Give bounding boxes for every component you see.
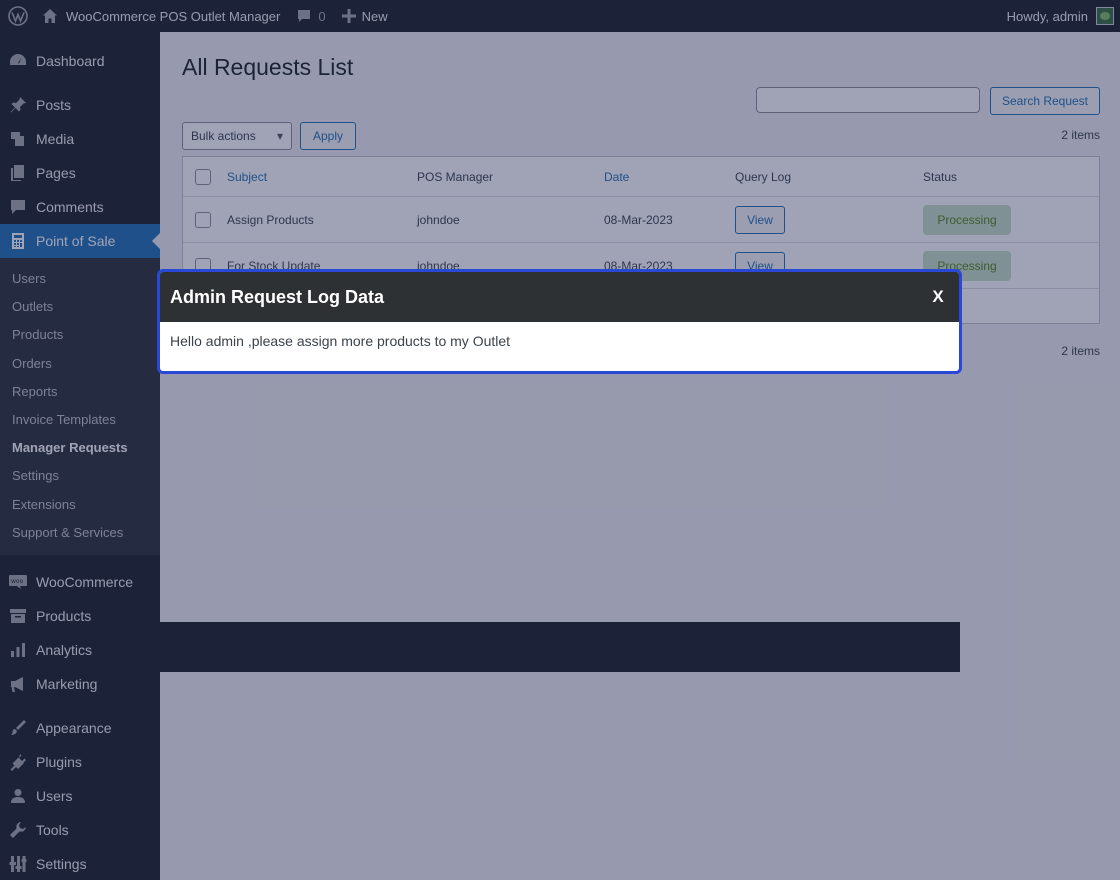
modal-overlay[interactable]	[0, 0, 1120, 880]
modal-message: Hello admin ,please assign more products…	[170, 333, 511, 349]
modal-title: Admin Request Log Data	[170, 286, 385, 307]
close-button[interactable]: X	[927, 287, 949, 307]
request-log-modal: Admin Request Log Data X Hello admin ,pl…	[157, 269, 962, 374]
modal-header: Admin Request Log Data X	[160, 272, 959, 322]
